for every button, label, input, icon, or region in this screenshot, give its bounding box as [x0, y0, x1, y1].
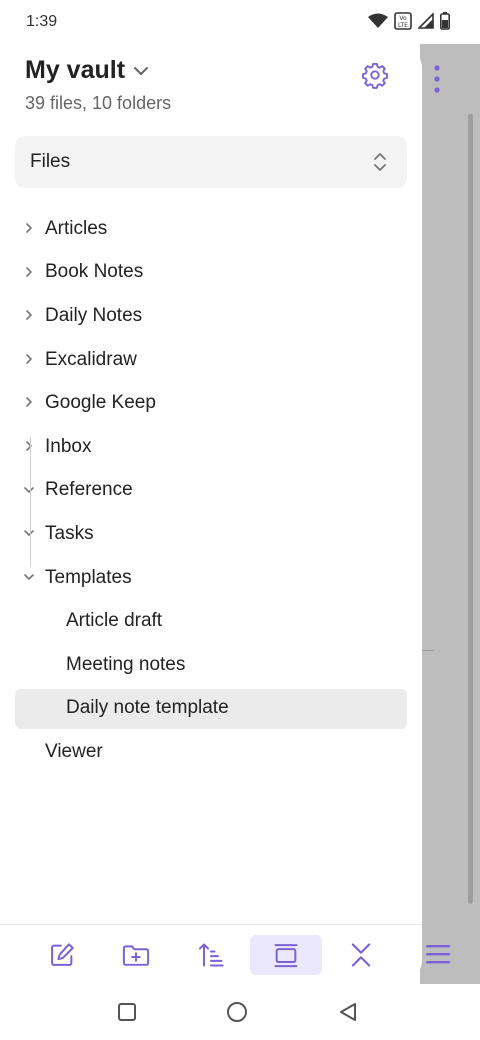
tree-item-label: Article draft — [66, 610, 163, 632]
bottom-toolbar — [0, 924, 422, 984]
recents-button[interactable] — [115, 1000, 139, 1024]
file-tree: Articles Book Notes Daily Notes Excalidr… — [0, 207, 422, 774]
tree-item-label: Templates — [45, 566, 132, 588]
tree-folder-templates[interactable]: Templates — [0, 556, 422, 600]
chevron-right-icon — [26, 441, 32, 451]
chevron-right-icon — [26, 223, 32, 233]
battery-icon — [440, 12, 450, 30]
new-folder-button[interactable] — [116, 935, 156, 975]
svg-text:Vo: Vo — [399, 15, 407, 22]
status-icons: Vo LTE — [368, 12, 450, 30]
tree-item-label: Book Notes — [45, 261, 144, 283]
chevron-down-icon — [134, 66, 149, 75]
tree-file-viewer[interactable]: Viewer — [0, 730, 422, 774]
new-note-button[interactable] — [42, 935, 82, 975]
chevron-down-icon — [24, 530, 34, 536]
tree-item-label: Reference — [45, 479, 133, 501]
file-explorer-drawer: My vault 39 files, 10 folders Files Arti… — [0, 44, 422, 984]
tree-item-label: Google Keep — [45, 392, 156, 414]
sort-icon — [198, 943, 224, 967]
status-bar: 1:39 Vo LTE — [0, 0, 480, 44]
chevron-right-icon — [26, 353, 32, 364]
view-selector[interactable]: Files — [15, 136, 407, 188]
tree-item-label: Viewer — [45, 740, 103, 762]
collapse-all-icon — [351, 943, 371, 967]
tree-folder-daily-notes[interactable]: Daily Notes — [0, 294, 422, 338]
wifi-icon — [368, 13, 388, 28]
collapse-all-button[interactable] — [341, 935, 381, 975]
status-time: 1:39 — [26, 13, 58, 30]
chevron-right-icon — [26, 310, 32, 320]
signal-icon — [418, 13, 434, 29]
collapse-view-icon — [274, 944, 298, 968]
tree-file-meeting-notes[interactable]: Meeting notes — [0, 643, 422, 687]
tree-item-label: Inbox — [45, 435, 92, 457]
volte-icon: VoLTE — [394, 12, 412, 30]
settings-button[interactable] — [358, 58, 392, 92]
tree-folder-excalidraw[interactable]: Excalidraw — [0, 338, 422, 382]
chevron-down-icon — [24, 486, 34, 493]
tree-item-label: Daily note template — [66, 697, 229, 719]
indent-guide — [30, 437, 31, 567]
tree-item-label: Articles — [45, 217, 108, 239]
recents-square-icon — [118, 1003, 136, 1021]
background-divider — [420, 650, 434, 651]
tree-item-label: Excalidraw — [45, 348, 137, 370]
tree-folder-google-keep[interactable]: Google Keep — [0, 381, 422, 425]
home-circle-icon — [227, 1002, 247, 1022]
tree-item-label: Daily Notes — [45, 304, 143, 326]
gear-icon — [362, 62, 388, 89]
tree-folder-articles[interactable]: Articles — [0, 207, 422, 251]
tree-file-article-draft[interactable]: Article draft — [0, 599, 422, 643]
background-app-overlay[interactable] — [420, 44, 480, 984]
tree-folder-reference[interactable]: Reference — [0, 469, 422, 513]
back-triangle-icon — [340, 1003, 356, 1021]
vault-summary: 39 files, 10 folders — [25, 93, 172, 113]
hamburger-menu-icon[interactable] — [426, 944, 450, 964]
chevron-right-icon — [26, 397, 32, 408]
vault-title: My vault — [25, 56, 126, 84]
chevron-right-icon — [26, 266, 32, 277]
new-note-icon — [51, 943, 74, 966]
more-options-icon[interactable] — [430, 64, 444, 94]
tree-item-label: Meeting notes — [66, 653, 186, 675]
new-folder-icon — [122, 945, 150, 966]
tree-file-daily-note-template[interactable]: Daily note template — [0, 687, 422, 731]
svg-text:LTE: LTE — [398, 22, 408, 29]
view-selector-label: Files — [30, 151, 71, 172]
back-button[interactable] — [336, 1000, 360, 1024]
sort-button[interactable] — [191, 935, 231, 975]
tree-folder-tasks[interactable]: Tasks — [0, 512, 422, 556]
chevron-down-icon — [24, 573, 34, 580]
tree-folder-inbox[interactable]: Inbox — [0, 425, 422, 469]
chevron-up-down-icon — [374, 153, 386, 171]
tree-item-label: Tasks — [45, 522, 94, 544]
background-scrollbar — [468, 114, 473, 904]
system-navigation-bar — [0, 984, 480, 1040]
home-button[interactable] — [225, 1000, 249, 1024]
vault-switcher[interactable]: My vault — [25, 56, 149, 85]
collapse-view-button[interactable] — [250, 935, 322, 975]
tree-folder-book-notes[interactable]: Book Notes — [0, 251, 422, 295]
